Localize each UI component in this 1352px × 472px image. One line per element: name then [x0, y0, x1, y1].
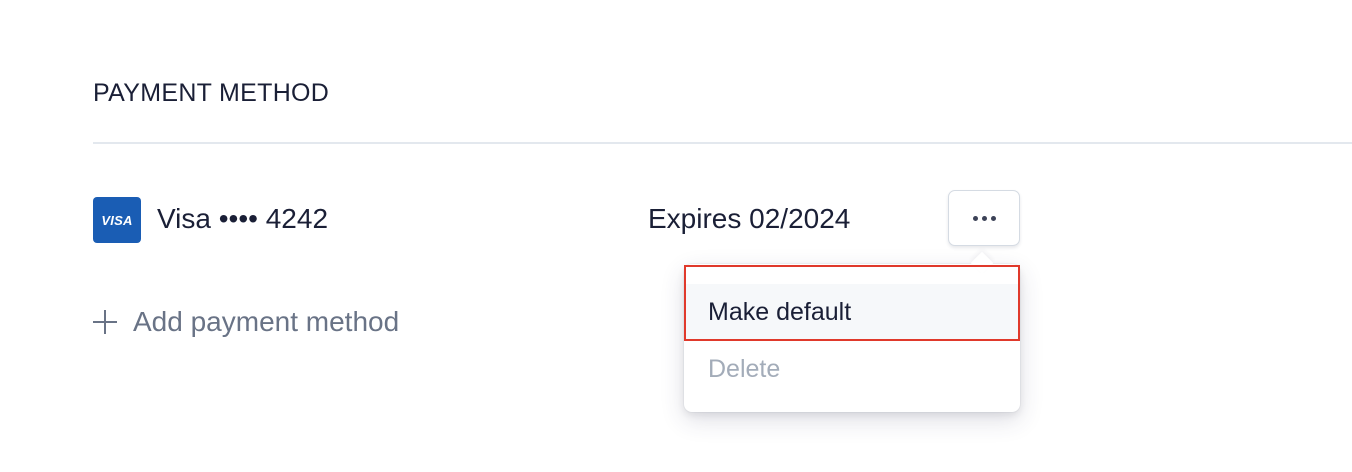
- card-expiry: Expires 02/2024: [648, 203, 851, 234]
- card-label: Visa •••• 4242: [157, 203, 329, 234]
- menu-caret: [970, 251, 994, 275]
- menu-item-delete[interactable]: Delete: [684, 341, 1020, 397]
- plus-icon: [93, 310, 117, 334]
- payment-method-row: VISA Visa •••• 4242 Expires 02/2024: [93, 190, 1033, 246]
- add-payment-method-label: Add payment method: [133, 306, 400, 337]
- section-title: PAYMENT METHOD: [93, 79, 330, 107]
- section-divider: [93, 142, 1352, 144]
- more-options-button[interactable]: [948, 190, 1020, 246]
- more-horizontal-icon: [972, 215, 996, 221]
- visa-card-icon: VISA: [93, 197, 141, 243]
- card-options-menu: Make default Delete: [684, 251, 1020, 412]
- menu-item-make-default[interactable]: Make default: [684, 284, 1020, 340]
- add-payment-method-button[interactable]: Add payment method: [93, 304, 399, 340]
